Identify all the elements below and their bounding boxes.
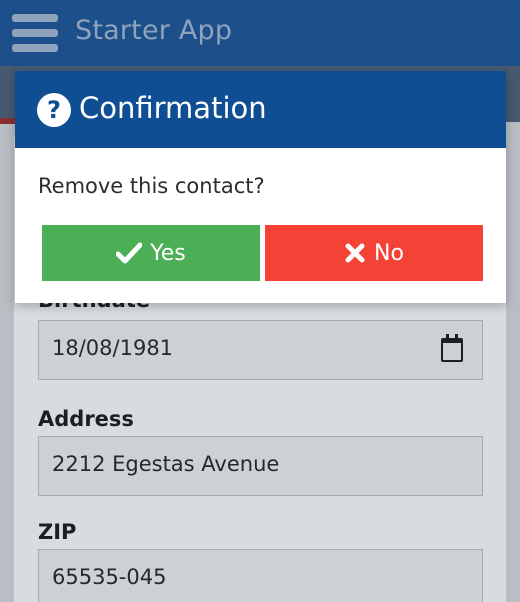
zip-field[interactable]: 65535-045 (38, 549, 483, 602)
close-icon (345, 243, 365, 263)
address-field[interactable]: 2212 Egestas Avenue (38, 436, 483, 496)
yes-button[interactable]: Yes (42, 225, 260, 281)
app-title: Starter App (75, 15, 233, 46)
birthdate-value: 18/08/1981 (52, 336, 174, 360)
no-button-label: No (374, 240, 404, 266)
address-value: 2212 Egestas Avenue (52, 452, 280, 476)
app-bar: Starter App (0, 0, 520, 66)
yes-button-label: Yes (150, 240, 186, 266)
birthdate-field[interactable]: 18/08/1981 (38, 320, 483, 380)
zip-value: 65535-045 (52, 565, 167, 589)
zip-label: ZIP (38, 520, 77, 544)
dialog-message: Remove this contact? (38, 174, 265, 198)
dialog-header: ? Confirmation (15, 71, 506, 148)
dialog-title: Confirmation (79, 91, 267, 125)
hamburger-menu-icon[interactable] (12, 14, 58, 52)
check-icon (116, 242, 143, 264)
confirmation-dialog: ? Confirmation Remove this contact? Yes … (15, 71, 506, 303)
question-circle-icon: ? (37, 93, 71, 127)
no-button[interactable]: No (265, 225, 483, 281)
calendar-icon[interactable] (441, 334, 463, 362)
address-label: Address (38, 407, 134, 431)
